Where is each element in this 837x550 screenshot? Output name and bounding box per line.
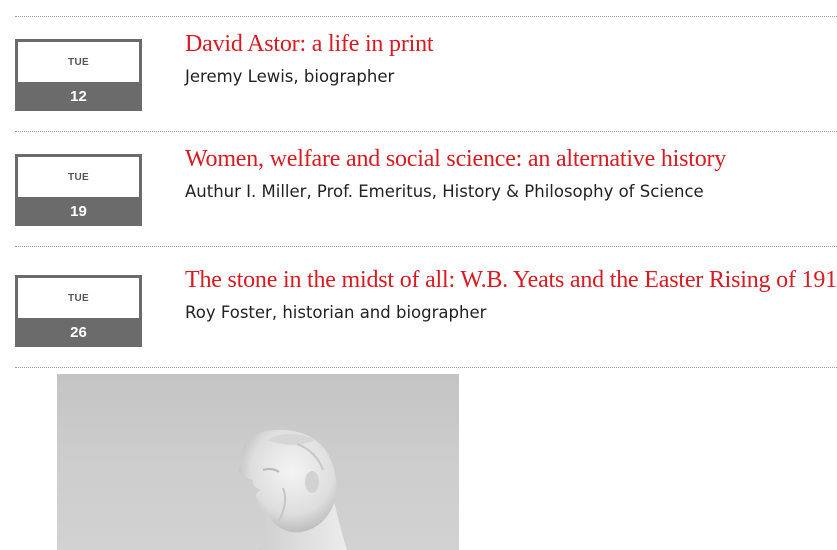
event-item[interactable]: TUE 19 Women, welfare and social science… [0, 146, 837, 254]
day-number: 19 [70, 203, 87, 220]
date-badge-top: TUE [18, 157, 139, 197]
date-badge: TUE 26 [15, 275, 142, 347]
event-item[interactable]: TUE 12 David Astor: a life in print Jere… [0, 31, 837, 139]
date-badge-top: TUE [18, 278, 139, 318]
event-speaker: Roy Foster, historian and biographer [185, 303, 487, 322]
date-badge-top: TUE [18, 42, 139, 82]
event-title-link[interactable]: Women, welfare and social science: an al… [185, 146, 726, 173]
event-speaker: Authur I. Miller, Prof. Emeritus, Histor… [185, 182, 704, 201]
event-item[interactable]: TUE 26 The stone in the midst of all: W.… [0, 267, 837, 375]
divider [15, 367, 837, 368]
event-speaker: Jeremy Lewis, biographer [185, 67, 395, 86]
events-page: TUE 12 David Astor: a life in print Jere… [0, 0, 837, 550]
bust-sculpture-image [57, 374, 459, 550]
event-title-link[interactable]: The stone in the midst of all: W.B. Yeat… [185, 267, 837, 294]
event-title-link[interactable]: David Astor: a life in print [185, 31, 434, 58]
divider [15, 131, 837, 132]
date-badge: TUE 19 [15, 154, 142, 226]
day-number: 12 [70, 88, 87, 105]
day-name: TUE [68, 292, 89, 304]
day-number: 26 [70, 324, 87, 341]
divider [15, 16, 837, 17]
bust-sculpture-illustration [238, 429, 347, 550]
divider [15, 246, 837, 247]
day-name: TUE [68, 56, 89, 68]
day-name: TUE [68, 171, 89, 183]
date-badge: TUE 12 [15, 39, 142, 111]
